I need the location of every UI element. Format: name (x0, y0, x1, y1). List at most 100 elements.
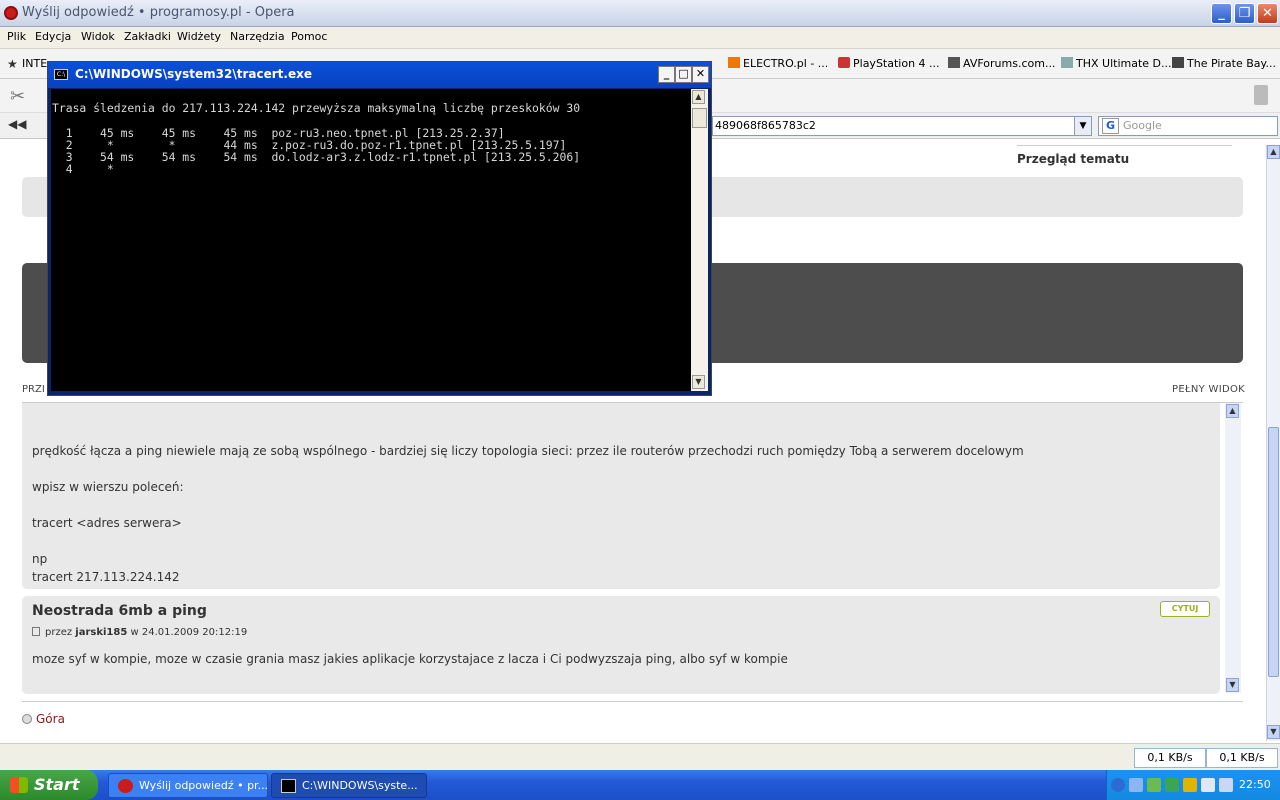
volume-icon[interactable] (1201, 778, 1215, 792)
menu-narzedzia[interactable]: Narzędzia (230, 30, 285, 43)
console-icon (281, 779, 296, 793)
full-view-link[interactable]: PEŁNY WIDOK (1172, 384, 1245, 395)
task-console[interactable]: C:\WINDOWS\syste... (271, 773, 427, 798)
console-close-button[interactable]: ✕ (692, 66, 709, 83)
menu-edycja[interactable]: Edycja (35, 30, 71, 43)
scroll-up-icon[interactable]: ▲ (1267, 145, 1280, 159)
menu-pomoc[interactable]: Pomoc (291, 30, 327, 43)
scroll-down-icon[interactable]: ▼ (692, 375, 705, 389)
console-maximize-button[interactable]: □ (675, 66, 692, 83)
tools-icon[interactable]: ✂ (10, 86, 25, 107)
console-header-line: Trasa śledzenia do 217.113.224.142 przew… (52, 101, 581, 115)
post-text-line: tracert <adres serwera> (32, 516, 182, 530)
console-titlebar[interactable]: C:\ C:\WINDOWS\system32\tracert.exe _ □ … (48, 62, 711, 88)
opera-logo-icon (118, 779, 133, 793)
scroll-down-icon[interactable]: ▼ (1226, 678, 1239, 692)
star-icon: ★ (7, 57, 18, 71)
console-title: C:\WINDOWS\system32\tracert.exe (75, 67, 312, 81)
bookmark-avforums[interactable]: AVForums.com... (948, 57, 1055, 70)
address-url: 489068f865783c2 (715, 119, 816, 132)
bookmark-label: ELECTRO.pl - ... (743, 57, 829, 70)
bookmark-thx[interactable]: THX Ultimate D... (1061, 57, 1172, 70)
shield-icon[interactable] (1183, 778, 1197, 792)
close-button[interactable]: ✕ (1257, 3, 1278, 24)
bookmark-label: THX Ultimate D... (1076, 57, 1172, 70)
download-speed: 0,1 KB/s (1134, 748, 1206, 768)
topic-overview-label: Przegląd tematu (1017, 152, 1130, 166)
thx-favicon-icon (1061, 57, 1073, 68)
post-author[interactable]: jarski185 (75, 627, 127, 638)
scroll-up-icon[interactable]: ▲ (692, 90, 705, 104)
menu-plik[interactable]: Plik (7, 30, 26, 43)
status-bar: 0,1 KB/s 0,1 KB/s (0, 743, 1280, 770)
bookmark-label: PlayStation 4 ... (853, 57, 940, 70)
tray-expand-icon[interactable] (1111, 778, 1125, 792)
electro-favicon-icon (728, 57, 740, 68)
bookmark-piratebay[interactable]: The Pirate Bay... (1172, 57, 1276, 70)
post-1: prędkość łącza a ping niewiele mają ze s… (22, 403, 1220, 589)
post-title: Neostrada 6mb a ping (32, 603, 207, 619)
back-icon[interactable]: ◀◀ (8, 117, 26, 131)
bookmark-playstation[interactable]: PlayStation 4 ... (838, 57, 940, 70)
sync-icon[interactable] (1165, 778, 1179, 792)
upload-speed: 0,1 KB/s (1206, 748, 1278, 768)
system-tray: 22:50 (1106, 770, 1280, 800)
bookmark-label: INTE (22, 57, 48, 70)
bookmark-electro[interactable]: ELECTRO.pl - ... (728, 57, 828, 70)
preview-label: PRZI (22, 384, 45, 395)
task-opera[interactable]: Wyślij odpowiedź • pr... (108, 773, 268, 798)
windows-logo-icon (10, 777, 28, 793)
scroll-down-icon[interactable]: ▼ (1267, 725, 1280, 739)
trash-icon[interactable] (1254, 85, 1268, 105)
display-icon[interactable] (1219, 778, 1233, 792)
post-meta-prefix: przez (45, 627, 73, 638)
top-link-label: Góra (36, 712, 65, 726)
bookmark-label: The Pirate Bay... (1187, 57, 1276, 70)
scroll-up-icon[interactable]: ▲ (1226, 404, 1239, 418)
playstation-favicon-icon (838, 57, 850, 68)
search-placeholder: Google (1123, 119, 1162, 132)
console-hop-line: 3 54 ms 54 ms 54 ms do.lodz-ar3.z.lodz-r… (52, 150, 581, 164)
topic-review-posts: prędkość łącza a ping niewiele mają ze s… (22, 402, 1243, 702)
start-label: Start (34, 775, 80, 794)
post-date: w 24.01.2009 20:12:19 (130, 627, 248, 638)
post-icon (32, 627, 40, 636)
post-2: Neostrada 6mb a ping przez jarski185 w 2… (22, 596, 1220, 694)
console-minimize-button[interactable]: _ (658, 66, 675, 83)
post-body: moze syf w kompie, moze w czasie grania … (32, 652, 788, 666)
post-text-line: prędkość łącza a ping niewiele mają ze s… (32, 444, 1024, 458)
opera-logo-icon (4, 6, 18, 20)
console-scrollbar[interactable]: ▲ ▼ (691, 89, 708, 391)
address-dropdown-button[interactable]: ▼ (1074, 116, 1092, 136)
messenger-icon[interactable] (1147, 778, 1161, 792)
address-input[interactable]: 489068f865783c2 (712, 116, 1092, 136)
start-button[interactable]: Start (0, 770, 98, 800)
task-label: C:\WINDOWS\syste... (302, 779, 418, 792)
quote-button[interactable]: CYTUJ (1160, 601, 1210, 617)
menu-widzety[interactable]: Widżety (177, 30, 221, 43)
top-link[interactable]: Góra (22, 712, 65, 726)
avforums-favicon-icon (948, 57, 960, 68)
maximize-button[interactable]: ❐ (1234, 3, 1255, 24)
window-title: Wyślij odpowiedź • programosy.pl - Opera (22, 5, 295, 20)
posts-scrollbar[interactable]: ▲ ▼ (1225, 403, 1241, 693)
page-scrollbar[interactable]: ▲ ▼ (1266, 145, 1280, 741)
opera-titlebar: Wyślij odpowiedź • programosy.pl - Opera… (0, 0, 1280, 27)
clock: 22:50 (1239, 778, 1271, 791)
bookmark-partial[interactable]: ★ INTE (7, 57, 48, 71)
post-text-line: np (32, 552, 48, 566)
console-output: Trasa śledzenia do 217.113.224.142 przew… (51, 89, 691, 391)
search-input[interactable]: G Google (1098, 116, 1278, 136)
menubar: Plik Edycja Widok Zakładki Widżety Narzę… (0, 27, 1280, 49)
console-window[interactable]: C:\ C:\WINDOWS\system32\tracert.exe _ □ … (47, 61, 712, 396)
pirate-ship-icon (1172, 57, 1184, 68)
menu-zakladki[interactable]: Zakładki (124, 30, 171, 43)
arrow-up-icon (22, 714, 32, 724)
scroll-thumb[interactable] (692, 108, 707, 128)
google-icon: G (1102, 118, 1119, 134)
console-icon: C:\ (54, 69, 68, 80)
menu-widok[interactable]: Widok (81, 30, 115, 43)
scroll-thumb[interactable] (1268, 427, 1279, 677)
network-icon[interactable] (1129, 778, 1143, 792)
minimize-button[interactable]: _ (1211, 3, 1232, 24)
